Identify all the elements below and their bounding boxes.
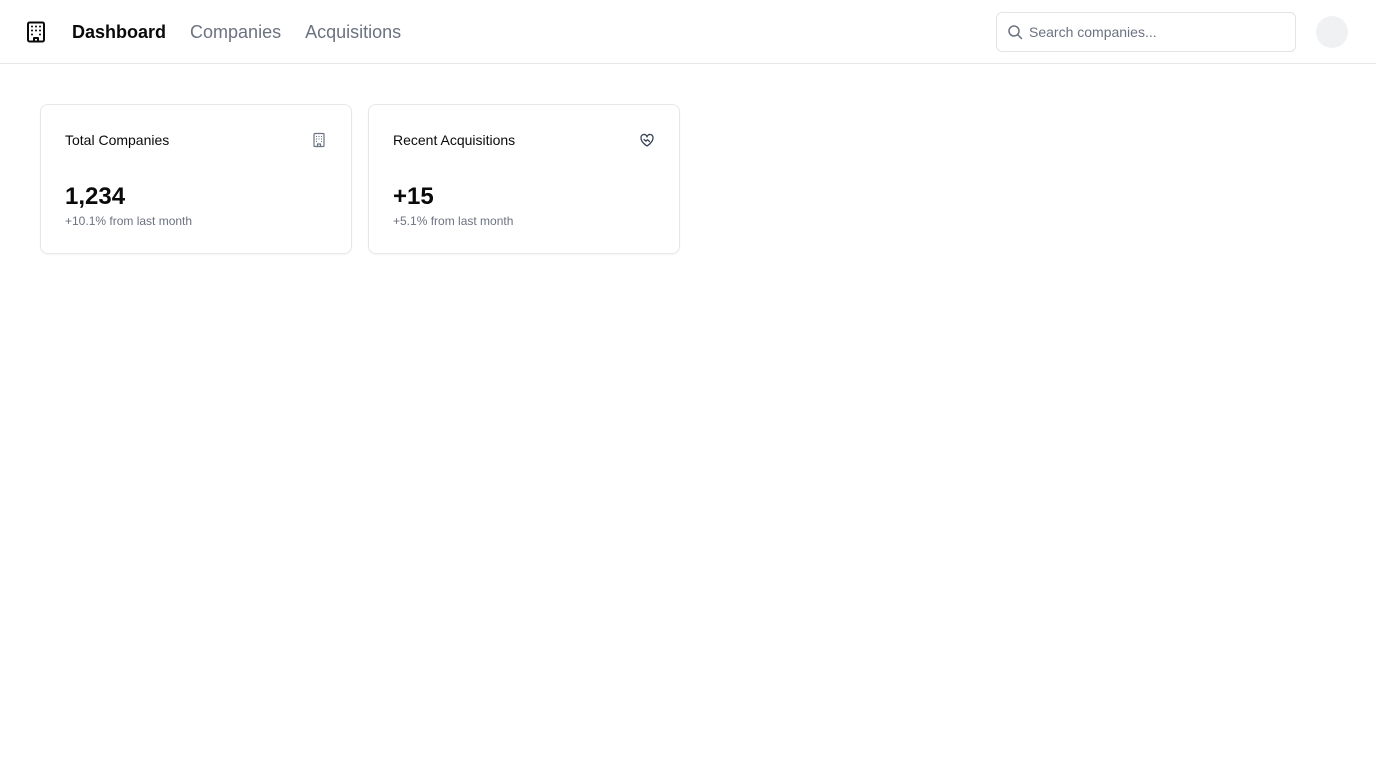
search-icon xyxy=(1007,24,1023,40)
search-box xyxy=(996,12,1296,52)
handshake-heart-icon xyxy=(639,132,655,148)
building-icon[interactable] xyxy=(25,20,47,44)
top-bar: Dashboard Companies Acquisitions xyxy=(0,0,1376,64)
avatar[interactable] xyxy=(1316,16,1348,48)
stat-card-total-companies: Total Companies 1,234 +10.1% from last m… xyxy=(40,104,352,254)
nav-dashboard[interactable]: Dashboard xyxy=(72,20,166,44)
card-title: Total Companies xyxy=(65,132,170,148)
card-delta: +5.1% from last month xyxy=(393,214,514,228)
main-nav: Dashboard Companies Acquisitions xyxy=(72,0,401,64)
search-input[interactable] xyxy=(1029,13,1289,51)
card-delta: +10.1% from last month xyxy=(65,214,193,228)
card-title: Recent Acquisitions xyxy=(393,132,516,148)
nav-acquisitions[interactable]: Acquisitions xyxy=(305,20,401,44)
card-value: 1,234 xyxy=(65,183,126,210)
card-value: +15 xyxy=(393,183,434,210)
nav-companies[interactable]: Companies xyxy=(190,20,281,44)
stat-card-recent-acquisitions: Recent Acquisitions +15 +5.1% from last … xyxy=(368,104,680,254)
building-icon xyxy=(311,132,327,148)
